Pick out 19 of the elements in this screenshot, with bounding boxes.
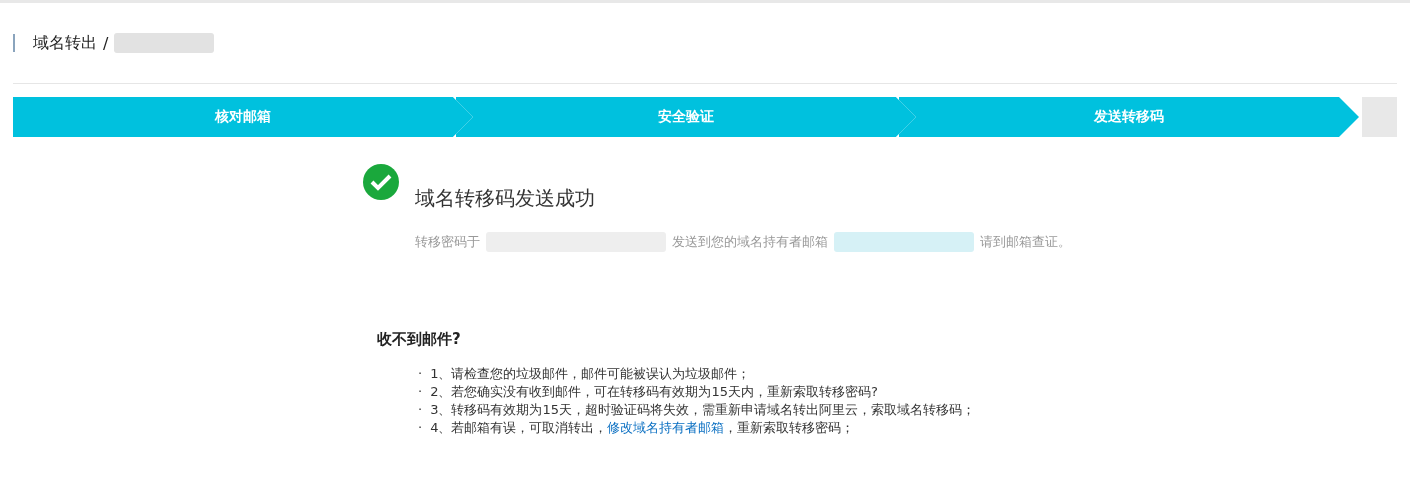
help-heading: 收不到邮件?: [377, 330, 462, 349]
bullet: ·: [418, 365, 423, 383]
edit-email-link[interactable]: 修改域名持有者邮箱: [607, 420, 725, 435]
result-title: 域名转移码发送成功: [415, 185, 596, 212]
message-text: 发送到您的域名持有者邮箱: [672, 233, 828, 251]
bullet: ·: [418, 383, 423, 401]
progress-step: 核对邮箱: [13, 97, 473, 137]
help-item-text: 2、若您确实没有收到邮件，可在转移码有效期为15天内，重新索取转移密码?: [430, 383, 878, 401]
message-text: 转移密码于: [415, 233, 480, 251]
breadcrumb-separator: /: [103, 33, 109, 53]
bullet: ·: [418, 401, 423, 419]
progress-step: 发送转移码: [896, 97, 1359, 137]
help-item-text: 4、若邮箱有误，可取消转出，修改域名持有者邮箱，重新索取转移密码；: [430, 419, 855, 437]
bullet: ·: [418, 419, 423, 437]
progress-step: 安全验证: [453, 97, 916, 137]
breadcrumb-title: 域名转出: [33, 32, 97, 54]
help-item-text: 1、请检查您的垃圾邮件，邮件可能被误认为垃圾邮件；: [430, 365, 751, 383]
help-item-text: 3、转移码有效期为15天，超时验证码将失效，需重新申请域名转出阿里云，索取域名转移码；: [430, 401, 975, 419]
message-text: 请到邮箱查证。: [980, 233, 1071, 251]
